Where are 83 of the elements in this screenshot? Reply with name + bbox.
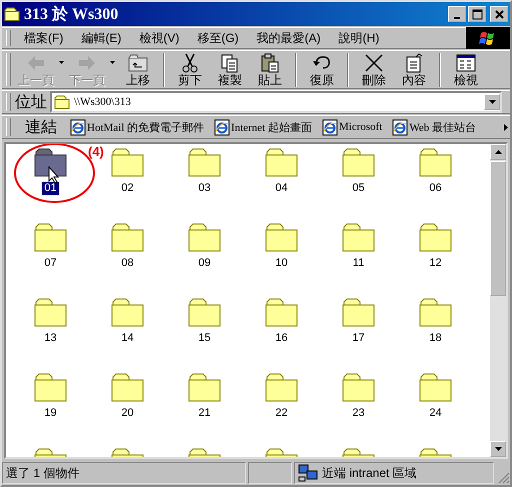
- page-globe-icon: [322, 118, 338, 136]
- minimize-button[interactable]: [448, 6, 466, 22]
- folder-label[interactable]: 11: [350, 257, 366, 270]
- folder-label[interactable]: 22: [273, 407, 290, 420]
- toolbar-button[interactable]: 刪除: [355, 52, 393, 86]
- folder-label[interactable]: 13: [42, 332, 59, 345]
- grid-view-icon: [455, 52, 477, 72]
- address-label: 位址: [15, 92, 48, 112]
- caret-icon: [488, 100, 496, 104]
- resize-grip[interactable]: [498, 472, 510, 484]
- more-links-button[interactable]: [502, 124, 510, 130]
- link-button[interactable]: Web 最佳站台: [392, 118, 492, 136]
- folder-label[interactable]: 16: [273, 332, 290, 345]
- maximize-button[interactable]: [468, 6, 486, 22]
- toolbar-button[interactable]: 複製: [211, 52, 249, 86]
- clipboard-icon: [259, 52, 281, 72]
- folder-label[interactable]: 24: [427, 407, 444, 420]
- toolbar-button[interactable]: 剪下: [171, 52, 209, 86]
- scroll-up-button[interactable]: [490, 144, 506, 160]
- folder-label[interactable]: 21: [196, 407, 213, 420]
- status-text: 選了 1 個物件: [2, 462, 246, 484]
- caret-icon: [494, 150, 502, 154]
- caret-icon: [110, 61, 115, 64]
- toolbar-button[interactable]: 上移: [119, 52, 157, 86]
- folder-icon: [4, 6, 20, 22]
- folder-label[interactable]: 12: [427, 257, 444, 270]
- status-panel: [248, 462, 292, 484]
- menu-item[interactable]: 檢視(V): [130, 30, 188, 46]
- folder-label[interactable]: 19: [42, 407, 59, 420]
- toolbar-button[interactable]: 檢視: [447, 52, 485, 86]
- page-globe-icon: [70, 118, 86, 136]
- folder-up-icon: [127, 52, 149, 72]
- page-globe-icon: [214, 118, 230, 136]
- x-mark-icon: [363, 52, 385, 72]
- toolbar-button[interactable]: 復原: [303, 52, 341, 86]
- right-arrow-icon: [504, 124, 508, 130]
- menu-item[interactable]: 說明(H): [330, 30, 388, 46]
- menu-item[interactable]: 檔案(F): [15, 30, 72, 46]
- annotation-text: (4): [88, 144, 104, 159]
- menu-item[interactable]: 編輯(E): [72, 30, 130, 46]
- folder-label[interactable]: 09: [196, 257, 213, 270]
- folder-label[interactable]: 18: [427, 332, 444, 345]
- folder-label[interactable]: 06: [427, 182, 444, 195]
- computers-icon: [298, 464, 318, 482]
- windows-logo-icon: [466, 27, 510, 49]
- address-field[interactable]: \\Ws300\313: [50, 91, 502, 113]
- minimize-icon: [454, 16, 460, 18]
- link-button[interactable]: Internet 起始畫面: [214, 118, 312, 136]
- folder-label[interactable]: 05: [350, 182, 367, 195]
- folder-label[interactable]: 03: [196, 182, 213, 195]
- folder-label[interactable]: 20: [119, 407, 136, 420]
- folder-label[interactable]: 15: [196, 332, 213, 345]
- dropdown-button[interactable]: [484, 94, 500, 110]
- window-title: 313 於 Ws300: [24, 4, 120, 24]
- menu-item[interactable]: 我的最愛(A): [248, 30, 330, 46]
- folder-label[interactable]: 02: [119, 182, 136, 195]
- maximize-icon: [472, 9, 482, 19]
- folder-label[interactable]: 08: [119, 257, 136, 270]
- toolbar-button[interactable]: 貼上: [251, 52, 289, 86]
- folder-label[interactable]: 23: [350, 407, 367, 420]
- menu-item[interactable]: 移至(G): [188, 30, 248, 46]
- folder-label[interactable]: 14: [119, 332, 136, 345]
- caret-icon: [494, 447, 502, 451]
- toolbar-button[interactable]: 內容: [395, 52, 433, 86]
- status-zone: 近端 intranet 區域: [294, 462, 494, 484]
- mouse-pointer-icon: [48, 166, 60, 184]
- scroll-thumb[interactable]: [490, 161, 506, 296]
- scroll-down-button[interactable]: [490, 441, 506, 457]
- folder-label[interactable]: 04: [273, 182, 290, 195]
- page-globe-icon: [392, 118, 408, 136]
- vertical-scrollbar[interactable]: [490, 144, 506, 457]
- folder-label[interactable]: 01: [42, 182, 59, 195]
- close-icon: [494, 10, 504, 18]
- close-button[interactable]: [490, 6, 508, 22]
- links-label: 連結: [25, 118, 58, 138]
- folder-icon: [54, 94, 70, 110]
- link-button[interactable]: Microsoft: [322, 118, 382, 136]
- caret-icon: [59, 61, 64, 64]
- folder-label[interactable]: 07: [42, 257, 59, 270]
- link-button[interactable]: HotMail 的免費電子郵件: [70, 118, 204, 136]
- folder-label[interactable]: 10: [273, 257, 290, 270]
- folder-label[interactable]: 17: [350, 332, 367, 345]
- folder-icon[interactable]: [34, 148, 68, 178]
